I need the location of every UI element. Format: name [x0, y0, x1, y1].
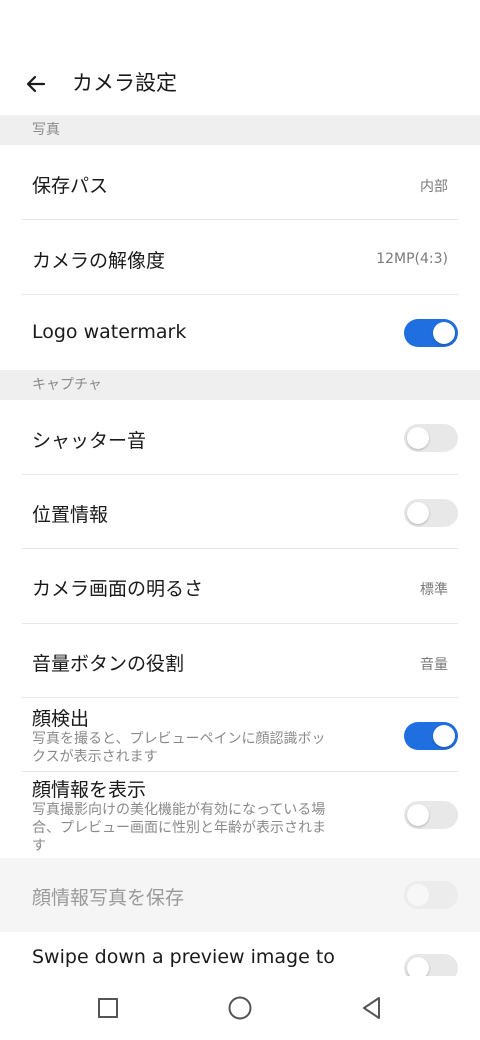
setting-logo-watermark[interactable]: Logo watermark [0, 295, 480, 370]
setting-value: 標準 [420, 582, 448, 598]
setting-label: カメラの解像度 [32, 250, 166, 272]
system-navigation-bar [0, 976, 480, 1040]
toggle-knob [407, 427, 429, 449]
setting-show-face-info[interactable]: 顔情報を表示 写真撮影向けの美化機能が有効になっている場合、プレビュー画面に性別… [0, 772, 480, 858]
setting-label: Swipe down a preview image to [32, 946, 335, 968]
setting-label: 位置情報 [32, 504, 109, 526]
setting-screen-brightness[interactable]: カメラ画面の明るさ 標準 [0, 549, 480, 624]
face-info-toggle[interactable] [404, 801, 458, 829]
toggle-knob [433, 322, 455, 344]
setting-location[interactable]: 位置情報 [0, 475, 480, 549]
toggle-knob [407, 804, 429, 826]
toggle-knob [407, 884, 429, 906]
shutter-sound-toggle[interactable] [404, 424, 458, 452]
setting-value: 内部 [420, 179, 448, 195]
setting-label: シャッター音 [32, 430, 147, 452]
setting-value: 音量 [420, 657, 448, 673]
setting-swipe-down-preview[interactable]: Swipe down a preview image to [0, 932, 480, 976]
setting-label: 音量ボタンの役割 [32, 653, 185, 675]
top-app-bar: カメラ設定 [0, 0, 480, 115]
setting-face-detection[interactable]: 顔検出 写真を撮ると、プレビューペインに顔認識ボックスが表示されます [0, 698, 480, 772]
toggle-knob [407, 502, 429, 524]
section-title: キャプチャ [32, 377, 102, 393]
setting-label: 顔情報を表示 [32, 779, 147, 801]
logo-watermark-toggle[interactable] [404, 319, 458, 347]
back-triangle-icon[interactable] [352, 988, 392, 1028]
setting-description: 写真撮影向けの美化機能が有効になっている場合、プレビュー画面に性別と年齢が表示さ… [32, 802, 326, 854]
section-header-capture: キャプチャ [0, 370, 480, 400]
setting-volume-button-role[interactable]: 音量ボタンの役割 音量 [0, 624, 480, 698]
setting-save-path[interactable]: 保存パス 内部 [0, 145, 480, 220]
setting-value: 12MP(4:3) [376, 251, 448, 267]
toggle-knob [407, 957, 429, 976]
setting-label: 顔検出 [32, 708, 90, 730]
setting-description: 写真を撮ると、プレビューペインに顔認識ボックスが表示されます [32, 731, 326, 765]
setting-label: カメラ画面の明るさ [32, 578, 204, 600]
location-toggle[interactable] [404, 499, 458, 527]
save-face-info-toggle [404, 881, 458, 909]
home-circle-icon[interactable] [220, 988, 260, 1028]
back-arrow-icon[interactable] [18, 66, 54, 102]
setting-save-face-info-photo: 顔情報写真を保存 [0, 858, 480, 932]
swipe-down-toggle[interactable] [404, 954, 458, 976]
setting-label: 保存パス [32, 175, 109, 197]
setting-label: Logo watermark [32, 321, 187, 343]
setting-shutter-sound[interactable]: シャッター音 [0, 400, 480, 475]
section-title: 写真 [32, 122, 60, 138]
setting-label: 顔情報写真を保存 [32, 887, 185, 909]
page-title: カメラ設定 [72, 71, 177, 95]
face-detection-toggle[interactable] [404, 722, 458, 750]
section-header-photo: 写真 [0, 115, 480, 145]
setting-camera-resolution[interactable]: カメラの解像度 12MP(4:3) [0, 220, 480, 295]
toggle-knob [433, 725, 455, 747]
recents-square-icon[interactable] [88, 988, 128, 1028]
